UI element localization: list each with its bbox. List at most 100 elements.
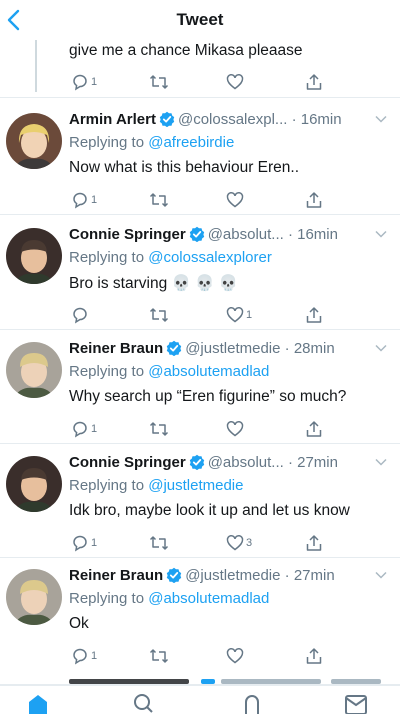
page-title: Tweet [176,10,224,29]
replying-to: Replying to @absolutemadlad [69,363,269,380]
tweet-text: Bro is starving 💀 💀 💀 [69,275,239,292]
verified-badge-icon [189,454,204,470]
display-name[interactable]: Connie Springer [69,454,186,471]
replying-to-label: Replying to [69,477,149,494]
replying-to-link[interactable]: @absolutemadlad [148,590,269,607]
like-button[interactable]: 1 [226,305,252,325]
reply-button[interactable] [71,305,91,325]
replying-to-link[interactable]: @justletmedie [148,477,243,494]
reply-button[interactable]: 1 [71,533,97,553]
tweet-header: Connie Springer @absolut... · 27min [69,454,338,471]
avatar[interactable] [6,569,62,625]
tweet-actions: 1 3 [69,533,329,553]
retweet-button[interactable] [149,72,169,92]
avatar-image [6,113,62,169]
replying-to: Replying to @afreebirdie [69,134,234,151]
like-button[interactable] [226,72,244,92]
retweet-button[interactable] [149,305,169,325]
replying-to-link[interactable]: @afreebirdie [148,134,234,151]
replying-to-label: Replying to [69,363,149,380]
next-tweet-partial [69,679,381,684]
reply-icon [73,192,87,209]
like-count: 1 [246,309,253,321]
heart-icon [226,74,244,90]
like-button[interactable] [226,419,246,439]
user-handle[interactable]: @justletmedie [185,567,280,584]
replying-to-label: Replying to [69,249,149,266]
chevron-down-icon[interactable] [374,227,388,241]
share-button[interactable] [305,305,323,325]
display-name[interactable]: Armin Arlert [69,111,156,128]
share-icon [306,74,322,90]
like-button[interactable] [226,190,246,210]
reply-button[interactable]: 1 [71,72,97,92]
avatar[interactable] [6,342,62,398]
replying-to-label: Replying to [69,134,149,151]
user-handle[interactable]: @absolut... [208,226,284,243]
display-name[interactable]: Reiner Braun [69,340,163,357]
reply-count: 1 [91,650,98,662]
tweet-header: Reiner Braun @justletmedie · 28min [69,340,335,357]
retweet-icon [149,422,169,436]
chevron-down-icon[interactable] [374,112,388,126]
like-button[interactable]: 3 [226,533,252,553]
retweet-icon [149,308,169,322]
chevron-down-icon[interactable] [374,568,388,582]
tweet-actions: 1 [69,646,329,666]
share-button[interactable] [305,533,323,553]
divider [0,214,400,215]
heart-icon [226,192,244,208]
reply-icon [73,307,87,324]
like-count: 3 [246,537,253,549]
reply-count: 1 [91,76,98,88]
tweet-actions: 1 [69,190,329,210]
avatar-image [6,342,62,398]
share-icon [306,648,322,664]
timestamp: · 28min [280,340,335,357]
tweet-actions: 1 [69,305,329,325]
replying-to-link[interactable]: @absolutemadlad [148,363,269,380]
reply-button[interactable]: 1 [71,190,97,210]
reply-count: 1 [91,423,98,435]
avatar[interactable] [6,456,62,512]
tweet-header: Reiner Braun @justletmedie · 27min [69,567,335,584]
avatar[interactable] [6,228,62,284]
like-button[interactable] [226,646,246,666]
reply-count: 1 [91,194,98,206]
display-name[interactable]: Reiner Braun [69,567,163,584]
retweet-icon [149,649,169,663]
replying-to-link[interactable]: @colossalexplorer [148,249,272,266]
parent-tweet-text: give me a chance Mikasa pleaase [69,42,303,59]
share-icon [306,421,322,437]
reply-button[interactable]: 1 [71,419,97,439]
replying-to-label: Replying to [69,590,149,607]
retweet-button[interactable] [149,419,169,439]
share-icon [306,192,322,208]
reply-button[interactable]: 1 [71,646,97,666]
retweet-icon [149,75,169,89]
share-button[interactable] [305,419,323,439]
heart-icon [226,535,244,551]
timestamp: · 16min [287,111,342,128]
timestamp: · 27min [283,454,338,471]
avatar[interactable] [6,113,62,169]
timestamp: · 16min [283,226,338,243]
retweet-button[interactable] [149,646,169,666]
share-button[interactable] [305,72,323,92]
share-button[interactable] [305,190,323,210]
share-button[interactable] [305,646,323,666]
reply-icon [73,648,87,665]
display-name[interactable]: Connie Springer [69,226,186,243]
retweet-button[interactable] [149,533,169,553]
tweet-text: Why search up “Eren figurine” so much? [69,388,347,405]
bottom-tab-bar [0,685,400,714]
timestamp: · 27min [280,567,335,584]
user-handle[interactable]: @absolut... [208,454,284,471]
user-handle[interactable]: @justletmedie [185,340,280,357]
heart-icon [226,421,244,437]
retweet-button[interactable] [149,190,169,210]
user-handle[interactable]: @colossalexpl... [178,111,287,128]
chevron-down-icon[interactable] [374,341,388,355]
chevron-down-icon[interactable] [374,455,388,469]
share-icon [306,535,322,551]
